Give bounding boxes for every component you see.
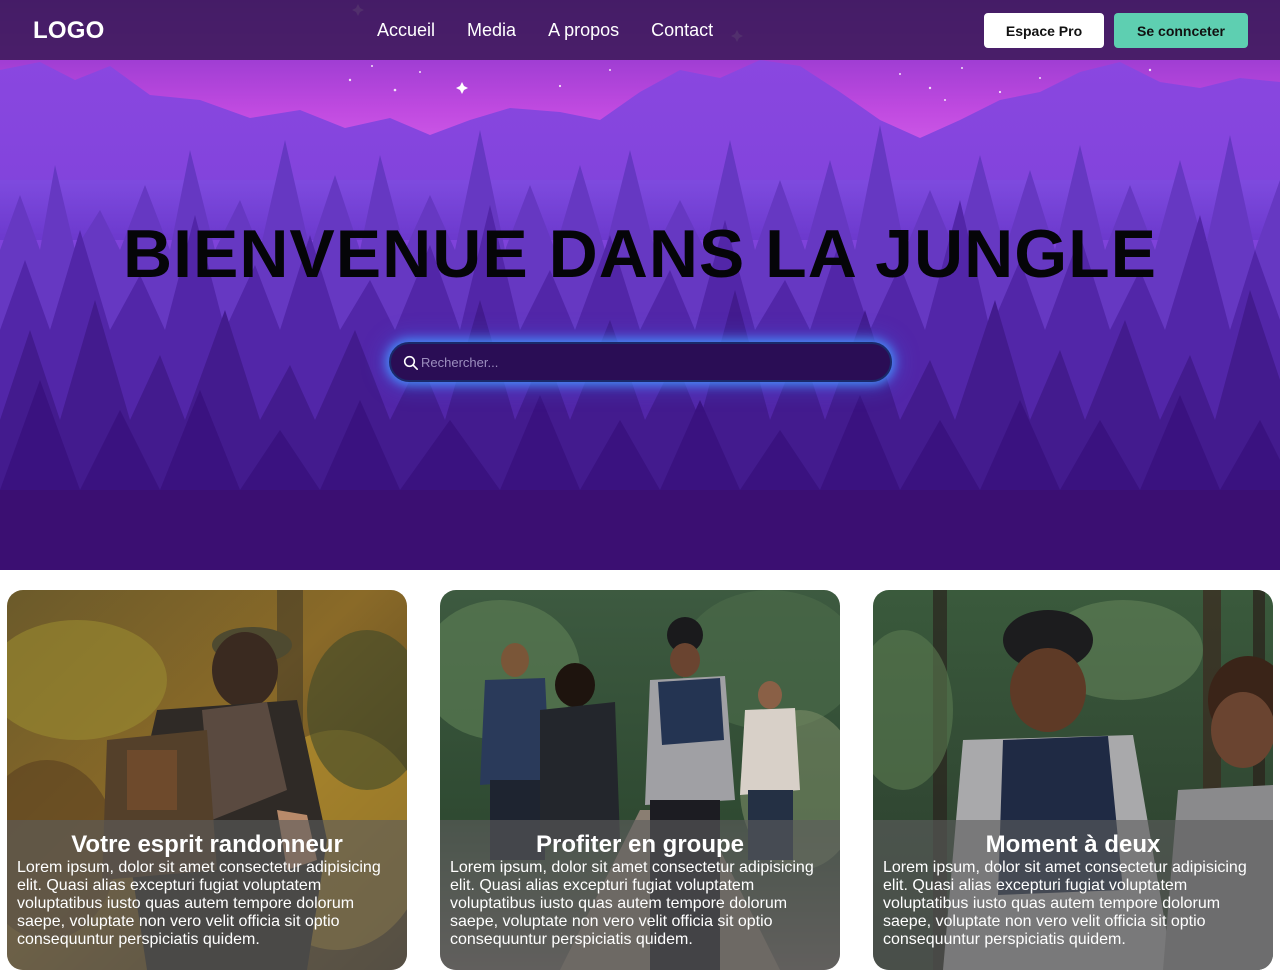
card-text: Lorem ipsum, dolor sit amet consectetur … [883,859,1247,948]
espace-pro-button[interactable]: Espace Pro [984,13,1104,48]
search-input[interactable] [421,344,881,380]
nav-link-contact[interactable]: Contact [651,19,713,41]
card-profiter-en-groupe[interactable]: Profiter en groupe Lorem ipsum, dolor si… [440,590,840,970]
main-nav: Accueil Media A propos Contact [377,19,713,41]
card-title: Profiter en groupe [535,831,745,858]
card-esprit-randonneur[interactable]: Votre esprit randonneur Lorem ipsum, dol… [7,590,407,970]
card-title: Moment à deux [985,831,1161,858]
hero-banner: LOGO Accueil Media A propos Contact Espa… [0,0,1280,570]
card-text: Lorem ipsum, dolor sit amet consectetur … [17,859,381,948]
site-logo[interactable]: LOGO [33,17,104,45]
hero-title: BIENVENUE DANS LA JUNGLE [122,216,1158,292]
feature-cards: Votre esprit randonneur Lorem ipsum, dol… [0,570,1280,970]
login-button[interactable]: Se connceter [1114,13,1248,48]
card-title: Votre esprit randonneur [71,831,343,858]
search-bar [389,342,892,382]
card-text: Lorem ipsum, dolor sit amet consectetur … [450,859,814,948]
top-navbar: LOGO Accueil Media A propos Contact Espa… [0,0,1280,60]
card-moment-a-deux[interactable]: Moment à deux Lorem ipsum, dolor sit ame… [873,590,1273,970]
search-icon [403,355,418,370]
nav-link-media[interactable]: Media [467,19,516,41]
nav-link-a-propos[interactable]: A propos [548,19,619,41]
nav-link-accueil[interactable]: Accueil [377,19,435,41]
